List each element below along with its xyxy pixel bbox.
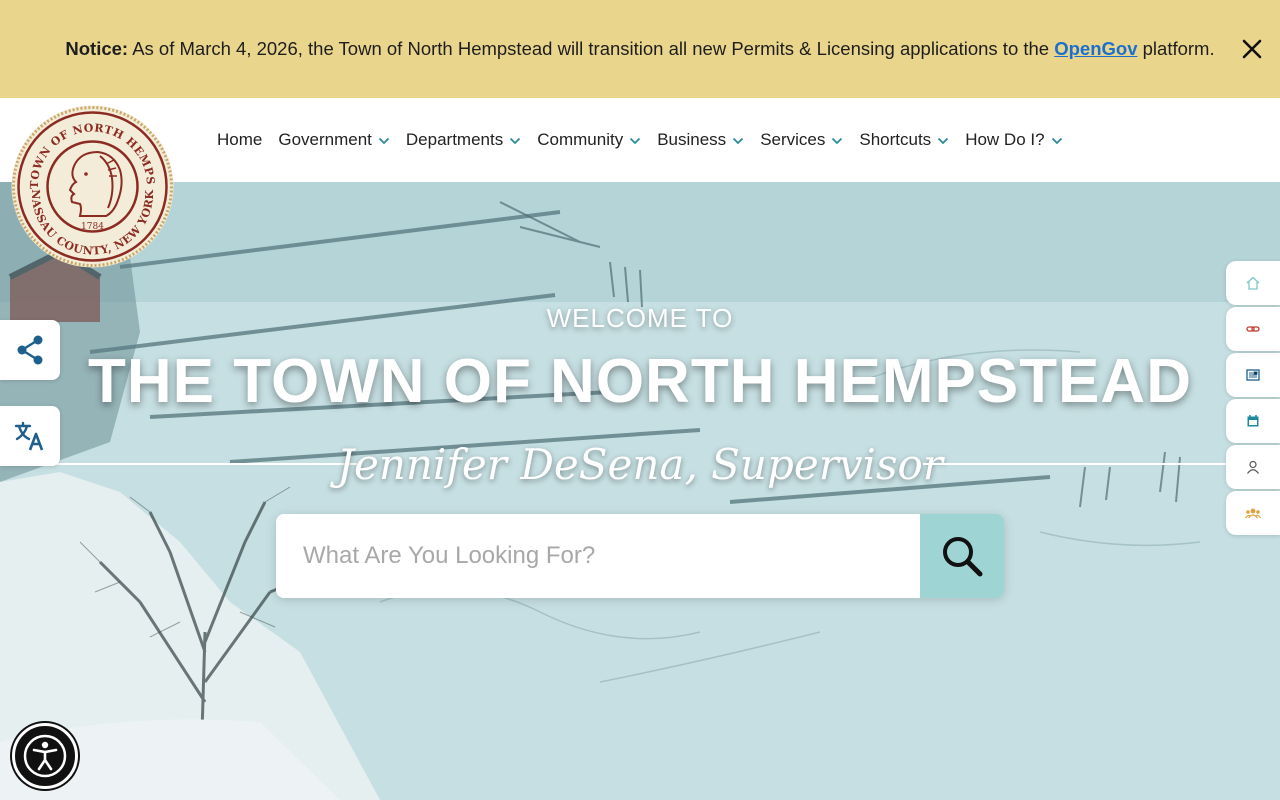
quick-link-home[interactable]: [1226, 261, 1280, 305]
search-input[interactable]: [276, 514, 920, 598]
chevron-down-icon: [1051, 137, 1062, 144]
translate-button[interactable]: [0, 406, 60, 466]
chevron-down-icon: [510, 137, 521, 144]
quick-link-calendar[interactable]: [1226, 399, 1280, 443]
nav-departments[interactable]: Departments: [406, 130, 521, 150]
nav-how-do-i-label: How Do I?: [965, 130, 1045, 149]
nav-shortcuts-label: Shortcuts: [859, 130, 932, 149]
close-icon: [1242, 39, 1262, 59]
nav-government[interactable]: Government: [278, 130, 390, 150]
nav-services-label: Services: [760, 130, 826, 149]
share-button[interactable]: [0, 320, 60, 380]
notice-text: Notice: As of March 4, 2026, the Town of…: [65, 33, 1214, 65]
opengov-link[interactable]: OpenGov: [1054, 38, 1137, 59]
home-icon: [1246, 276, 1260, 290]
quick-link-links[interactable]: [1226, 307, 1280, 351]
nav-government-label: Government: [278, 130, 372, 149]
chevron-down-icon: [733, 137, 744, 144]
nav-business-label: Business: [657, 130, 727, 149]
link-icon: [1246, 326, 1260, 332]
chevron-down-icon: [630, 137, 641, 144]
hero-banner: [0, 182, 1280, 800]
search-button[interactable]: [920, 514, 1004, 598]
nav-business[interactable]: Business: [657, 130, 744, 150]
nav-services[interactable]: Services: [760, 130, 843, 150]
notice-banner: Notice: As of March 4, 2026, the Town of…: [0, 0, 1280, 98]
chevron-down-icon: [832, 137, 843, 144]
nav-community-label: Community: [537, 130, 624, 149]
quick-link-account[interactable]: [1226, 445, 1280, 489]
quick-link-news[interactable]: [1226, 353, 1280, 397]
site-header: Home Government Departments Community Bu…: [0, 98, 1280, 182]
nav-departments-label: Departments: [405, 130, 504, 149]
calendar-icon: [1247, 415, 1259, 427]
notice-label: Notice:: [65, 38, 129, 59]
hero-title: THE TOWN OF NORTH HEMPSTEAD: [88, 347, 1192, 416]
seal-emblem: THE TOWN OF NORTH HEMPSTEAD NASSAU COUNT…: [4, 94, 174, 268]
search-icon: [943, 537, 983, 577]
hero-supervisor-row: Jennifer DeSena, Supervisor: [0, 440, 1280, 490]
town-seal-logo[interactable]: THE TOWN OF NORTH HEMPSTEAD NASSAU COUNT…: [4, 94, 175, 269]
notice-message-end: platform.: [1137, 38, 1215, 59]
chevron-down-icon: [378, 137, 390, 144]
community-icon: [1245, 508, 1261, 519]
nav-shortcuts[interactable]: Shortcuts: [859, 130, 949, 150]
accessibility-button[interactable]: [12, 723, 78, 789]
main-nav: Home Government Departments Community Bu…: [217, 98, 1079, 182]
nav-home[interactable]: Home: [217, 130, 262, 150]
nav-community[interactable]: Community: [537, 130, 641, 150]
user-icon: [1247, 460, 1259, 474]
accessibility-icon: [23, 734, 67, 778]
share-icon: [17, 335, 43, 365]
translate-icon: [14, 421, 44, 451]
close-notice-button[interactable]: [1236, 33, 1268, 65]
hero-welcome: WELCOME TO: [546, 303, 734, 333]
chevron-down-icon: [938, 137, 949, 144]
quick-link-community[interactable]: [1226, 491, 1280, 535]
nav-home-label: Home: [217, 130, 263, 149]
hero-background-image: [0, 182, 1280, 800]
search-bar: [276, 514, 1004, 598]
notice-message: As of March 4, 2026, the Town of North H…: [128, 38, 1055, 59]
news-icon: [1246, 369, 1260, 381]
seal-year: 1784: [81, 222, 104, 232]
nav-how-do-i[interactable]: How Do I?: [965, 130, 1062, 150]
